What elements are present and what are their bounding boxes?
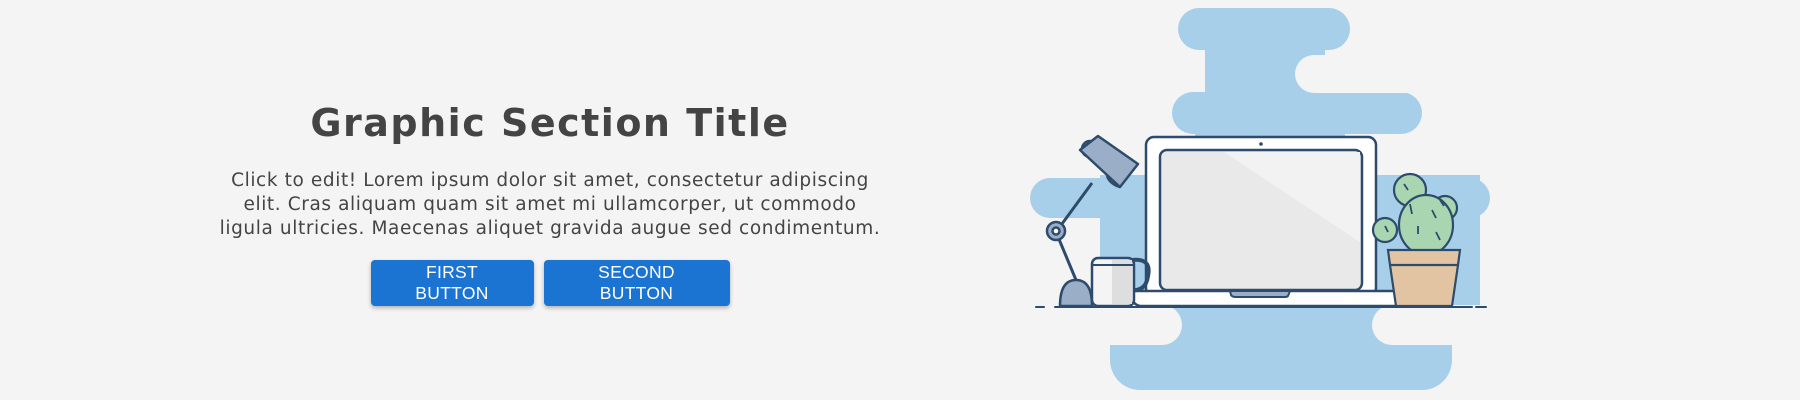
section-title[interactable]: Graphic Section Title: [210, 95, 890, 151]
workspace-illustration: [1030, 8, 1490, 390]
second-button[interactable]: SECOND BUTTON: [543, 260, 730, 306]
text-column: Graphic Section Title Click to edit! Lor…: [210, 95, 890, 306]
section-body-text[interactable]: Click to edit! Lorem ipsum dolor sit ame…: [215, 169, 885, 241]
button-row: FIRST BUTTON SECOND BUTTON: [210, 260, 890, 306]
first-button[interactable]: FIRST BUTTON: [370, 260, 534, 306]
